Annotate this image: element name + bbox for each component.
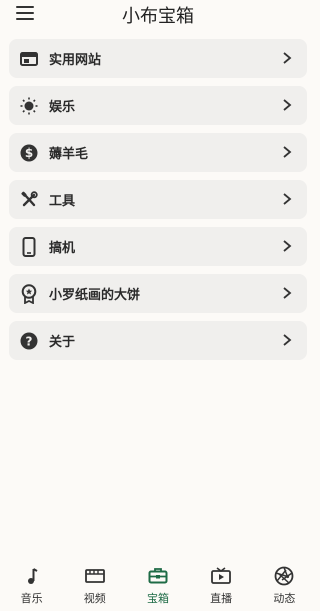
chevron-right-icon: [283, 240, 292, 252]
menu-item-tinkering[interactable]: 搞机: [9, 227, 307, 266]
toolbox-icon: [147, 565, 169, 587]
tab-music[interactable]: 音乐: [2, 560, 62, 610]
menu-item-useful-sites[interactable]: 实用网站: [9, 39, 307, 78]
music-icon: [21, 565, 43, 587]
menu-item-label: 搞机: [49, 241, 76, 256]
chevron-right-icon: [283, 99, 292, 111]
menu-item-big-plans[interactable]: 小罗纸画的大饼: [9, 274, 307, 313]
award-icon: [9, 274, 49, 313]
chevron-right-icon: [283, 193, 292, 205]
app-bar: 小布宝箱: [0, 0, 316, 30]
menu-item-about[interactable]: ? 关于: [9, 321, 307, 360]
svg-text:$: $: [25, 146, 33, 160]
svg-text:?: ?: [26, 334, 33, 348]
bottom-tab-bar: 音乐 视频 宝箱 直播 动态: [0, 559, 316, 611]
chevron-right-icon: [283, 334, 292, 346]
tab-live[interactable]: 直播: [191, 560, 251, 610]
tab-label: 宝箱: [146, 591, 169, 605]
menu-item-label: 小罗纸画的大饼: [49, 288, 141, 303]
aperture-icon: [273, 565, 295, 587]
web-icon: [9, 39, 49, 78]
menu-item-tools[interactable]: 工具: [9, 180, 307, 219]
tab-video[interactable]: 视频: [65, 560, 125, 610]
page-title: 小布宝箱: [122, 6, 194, 27]
app-screen: 小布宝箱 实用网站 娱乐 $ 薅羊毛 工具 搞机 小罗纸画的大饼 ? 关于 音乐…: [0, 0, 316, 611]
tab-label: 音乐: [20, 591, 43, 605]
chevron-right-icon: [283, 146, 292, 158]
menu-item-label: 实用网站: [49, 53, 102, 68]
menu-item-label: 薅羊毛: [49, 147, 89, 162]
tab-label: 视频: [83, 591, 106, 605]
sun-icon: [9, 86, 49, 125]
phone-icon: [9, 227, 49, 266]
help-icon: ?: [9, 321, 49, 360]
menu-item-entertainment[interactable]: 娱乐: [9, 86, 307, 125]
tab-moments[interactable]: 动态: [254, 560, 314, 610]
menu-item-label: 工具: [49, 194, 76, 209]
tab-label: 动态: [273, 591, 296, 605]
tv-icon: [210, 565, 232, 587]
menu-item-deals[interactable]: $ 薅羊毛: [9, 133, 307, 172]
tab-toolbox[interactable]: 宝箱: [128, 560, 188, 610]
chevron-right-icon: [283, 287, 292, 299]
tab-label: 直播: [210, 591, 233, 605]
menu-item-label: 关于: [49, 335, 76, 350]
film-icon: [84, 565, 106, 587]
dollar-icon: $: [9, 133, 49, 172]
tools-icon: [9, 180, 49, 219]
chevron-right-icon: [283, 52, 292, 64]
menu-item-label: 娱乐: [49, 100, 76, 115]
menu-list: 实用网站 娱乐 $ 薅羊毛 工具 搞机 小罗纸画的大饼 ? 关于: [9, 39, 307, 368]
